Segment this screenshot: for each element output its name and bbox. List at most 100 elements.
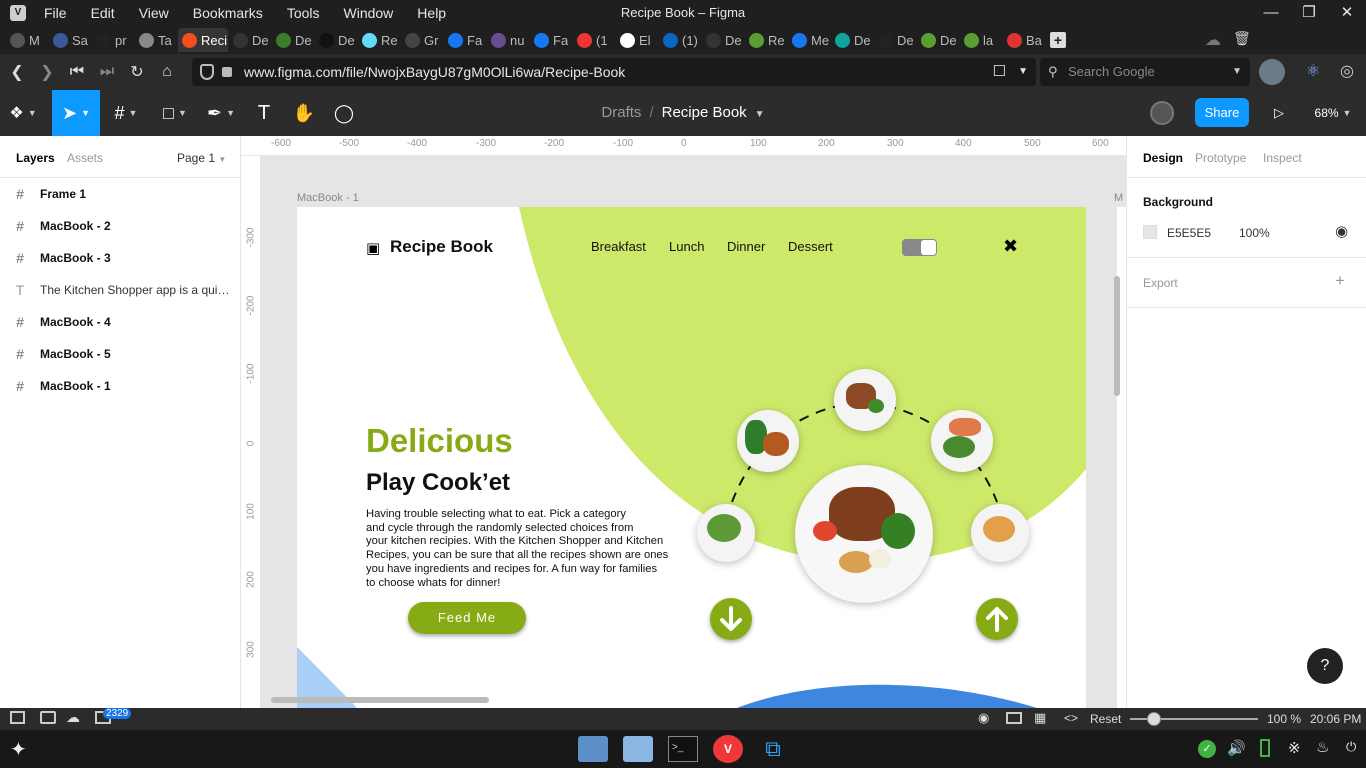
breadcrumb-drafts[interactable]: Drafts (601, 104, 641, 121)
layer-item[interactable]: # MacBook - 1 (0, 370, 240, 402)
browser-tab[interactable]: Ta (135, 28, 177, 52)
theme-toggle[interactable] (902, 239, 937, 256)
frame-tool-button[interactable]: # ▼ (106, 90, 146, 136)
battery-icon[interactable] (1260, 739, 1270, 757)
browser-tab[interactable]: De (917, 28, 959, 52)
nav-dinner[interactable]: Dinner (727, 239, 765, 254)
zoom-slider[interactable] (1130, 712, 1258, 726)
vertical-scrollbar[interactable] (1114, 276, 1120, 396)
food-plate-pasta[interactable] (971, 504, 1029, 562)
tab-prototype[interactable]: Prototype (1195, 151, 1246, 165)
home-icon[interactable]: ⌂ (152, 63, 182, 81)
trash-icon[interactable]: 🗑 (1233, 30, 1251, 47)
tab-design[interactable]: Design (1143, 151, 1183, 165)
address-bar[interactable]: www.figma.com/file/NwojxBaygU87gM0OlLi6w… (192, 58, 1036, 86)
browser-tab[interactable]: pr (92, 28, 134, 52)
help-button[interactable]: ? (1307, 648, 1343, 684)
comment-tool-button[interactable]: ◯ (330, 90, 358, 136)
bookmark-icon[interactable]: ☐ (993, 58, 1006, 86)
back-icon[interactable]: ❮ (2, 62, 32, 82)
browser-tab[interactable]: (1) (659, 28, 701, 52)
menu-bookmarks[interactable]: Bookmarks (181, 5, 275, 21)
files-app-icon[interactable] (578, 736, 608, 762)
layer-item[interactable]: # MacBook - 5 (0, 338, 240, 370)
react-extension-icon[interactable]: ⚛ (1306, 61, 1320, 81)
horizontal-scrollbar[interactable] (271, 697, 489, 703)
browser-tab[interactable]: Re (358, 28, 400, 52)
browser-tab[interactable]: El (616, 28, 658, 52)
wifi-icon[interactable]: ♨ (1316, 738, 1329, 756)
cloud-sync-icon[interactable]: ☁ (1205, 30, 1221, 50)
menu-edit[interactable]: Edit (79, 5, 127, 21)
bluetooth-icon[interactable]: ※ (1288, 739, 1301, 757)
food-plate-chicken[interactable] (737, 410, 799, 472)
code-icon[interactable]: <> (1064, 711, 1078, 725)
camera-icon[interactable]: ◉ (978, 710, 989, 726)
dropdown-icon[interactable]: ▼ (1018, 58, 1028, 86)
arrow-down-button[interactable] (710, 598, 752, 640)
text-tool-button[interactable]: T (250, 90, 278, 136)
eye-icon[interactable]: ◉ (1335, 222, 1348, 240)
browser-tab[interactable]: De (272, 28, 314, 52)
image-icon[interactable]: ▦ (1034, 710, 1046, 726)
tile-icon[interactable] (40, 711, 56, 724)
forward-icon[interactable]: ❯ (32, 62, 62, 82)
vscode-app-icon[interactable]: ⧉ (758, 736, 788, 762)
rewind-icon[interactable]: ⏮ (62, 63, 92, 81)
nav-dessert[interactable]: Dessert (788, 239, 833, 254)
frame-label[interactable]: MacBook - 1 (297, 192, 359, 204)
browser-tab[interactable]: M (6, 28, 48, 52)
browser-tab[interactable]: Gr (401, 28, 443, 52)
check-status-icon[interactable]: ✓ (1198, 740, 1216, 758)
food-plate-salmon[interactable] (931, 410, 993, 472)
browser-tab[interactable]: De (229, 28, 271, 52)
power-icon[interactable]: ⏻ (1346, 739, 1356, 755)
utensils-icon[interactable]: ✖ (1003, 236, 1018, 257)
layer-item[interactable]: # MacBook - 3 (0, 242, 240, 274)
search-dropdown-icon[interactable]: ▼ (1232, 58, 1242, 86)
browser-tab[interactable]: De (315, 28, 357, 52)
cloud-icon[interactable]: ☁ (66, 709, 80, 726)
shield-icon[interactable] (200, 64, 214, 80)
tab-layers[interactable]: Layers (16, 151, 55, 165)
layer-item[interactable]: # Frame 1 (0, 178, 240, 210)
app-logo-icon[interactable]: V (10, 5, 26, 21)
vivaldi-app-icon[interactable]: V (713, 735, 743, 763)
tab-inspect[interactable]: Inspect (1263, 151, 1302, 165)
color-swatch[interactable] (1143, 225, 1157, 239)
food-plate-main[interactable] (795, 465, 933, 603)
start-menu-icon[interactable]: ✦ (10, 737, 27, 762)
menu-help[interactable]: Help (405, 5, 458, 21)
minimize-icon[interactable]: — (1252, 0, 1290, 26)
browser-tab[interactable]: De (831, 28, 873, 52)
volume-icon[interactable]: 🔊 (1227, 739, 1246, 757)
food-plate-steak[interactable] (834, 369, 896, 431)
menu-view[interactable]: View (127, 5, 181, 21)
layer-item[interactable]: T The Kitchen Shopper app is a quic... (0, 274, 240, 306)
browser-tab[interactable]: la (960, 28, 1002, 52)
terminal-app-icon[interactable]: >_ (668, 736, 698, 762)
browser-tab[interactable]: Me (788, 28, 830, 52)
background-hex[interactable]: E5E5E5 (1167, 226, 1211, 240)
fast-forward-icon[interactable]: ⏭ (92, 63, 122, 81)
close-icon[interactable]: ✕ (1328, 0, 1366, 26)
mail-app-icon[interactable] (623, 736, 653, 762)
frame-label-2[interactable]: M (1114, 192, 1123, 204)
window-icon[interactable] (1006, 712, 1022, 724)
hand-tool-button[interactable]: ✋ (290, 90, 318, 136)
plus-icon[interactable]: + (1335, 271, 1345, 291)
layer-item[interactable]: # MacBook - 4 (0, 306, 240, 338)
move-tool-button[interactable]: ➤ ▼ (52, 90, 100, 136)
layer-item[interactable]: # MacBook - 2 (0, 210, 240, 242)
browser-tab[interactable]: De (874, 28, 916, 52)
canvas[interactable]: -600 -500 -400 -300 -200 -100 0 100 200 300 400 500… (241, 136, 1126, 708)
tab-assets[interactable]: Assets (67, 151, 103, 165)
user-avatar[interactable] (1150, 101, 1174, 125)
reset-button[interactable]: Reset (1090, 712, 1121, 726)
feed-me-button[interactable]: Feed Me (408, 602, 526, 634)
page-selector[interactable]: Page 1 ▼ (177, 151, 226, 165)
browser-tab[interactable]: Fa (444, 28, 486, 52)
browser-tab[interactable]: Fa (530, 28, 572, 52)
food-plate-salad[interactable] (697, 504, 755, 562)
browser-tab[interactable]: nu (487, 28, 529, 52)
